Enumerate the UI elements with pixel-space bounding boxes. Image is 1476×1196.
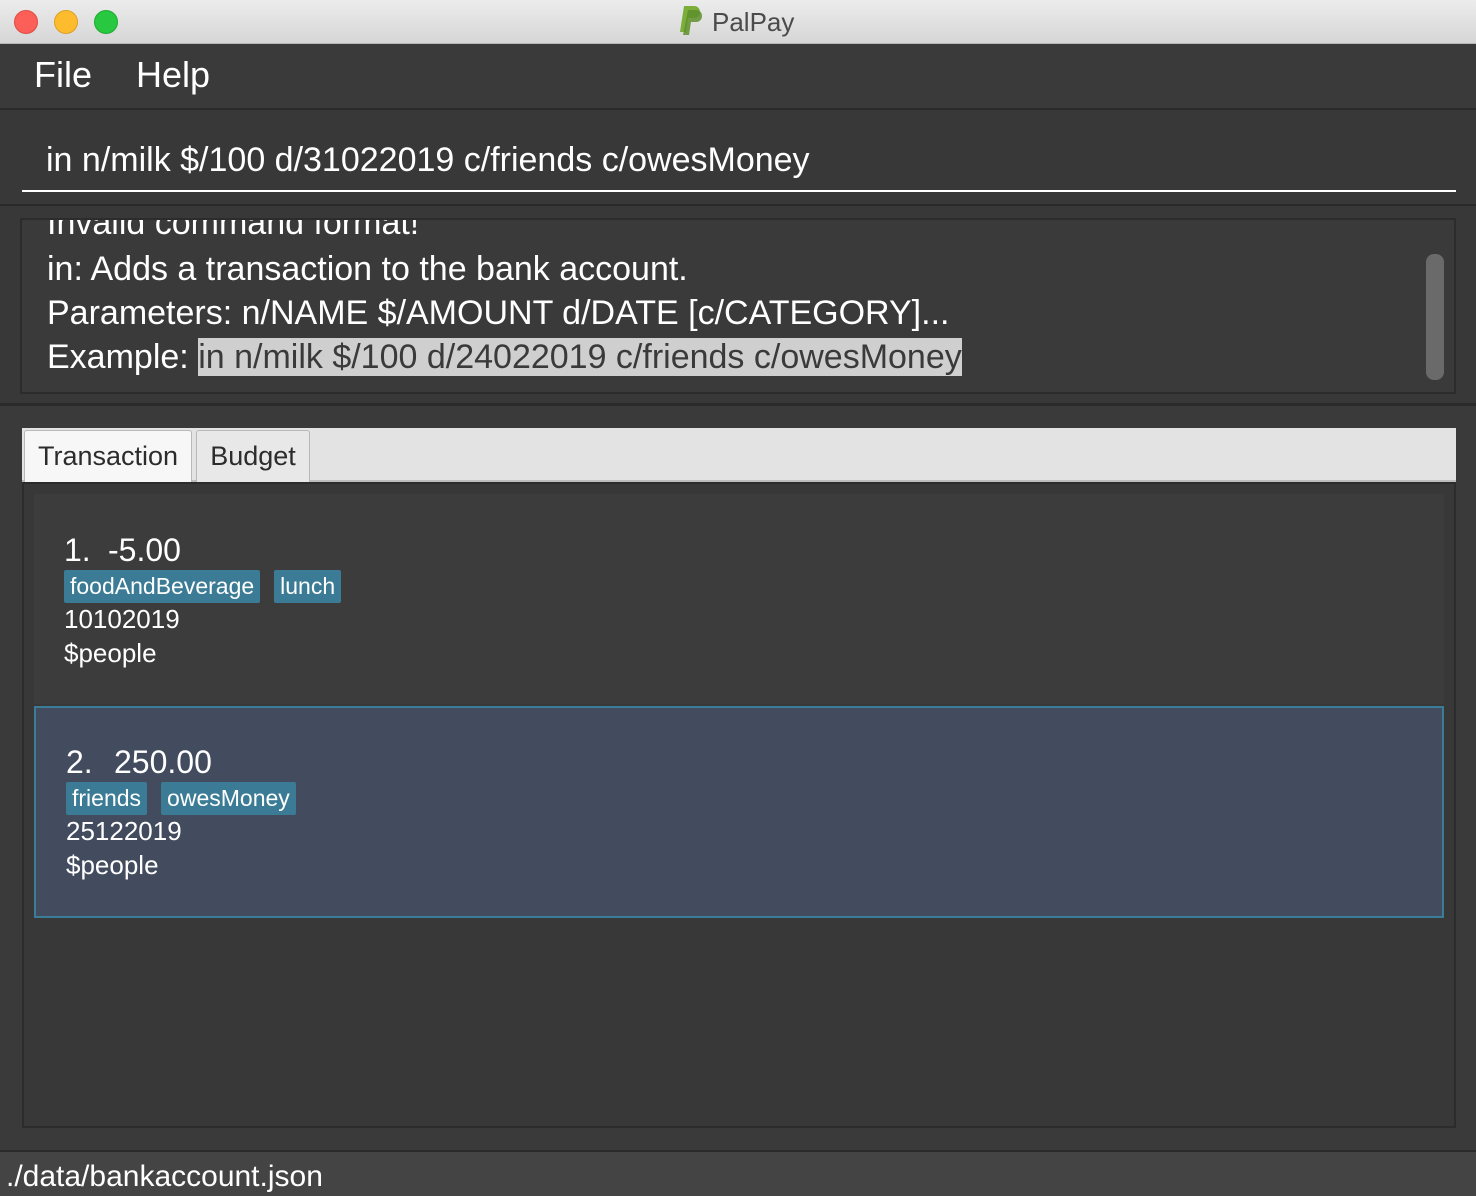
result-line-example: Example: in n/milk $/100 d/24022019 c/fr…	[47, 338, 962, 377]
result-display[interactable]: Invalid command format! in: Adds a trans…	[20, 218, 1456, 394]
menu-file[interactable]: File	[34, 54, 92, 96]
transaction-tags: foodAndBeverage lunch	[64, 570, 342, 603]
result-line-parameters: Parameters: n/NAME $/AMOUNT d/DATE [c/CA…	[47, 294, 950, 332]
maximize-window-button[interactable]	[94, 10, 118, 34]
palpay-logo-icon	[678, 4, 704, 41]
transaction-people: $people	[64, 638, 157, 668]
menu-bar: File Help	[0, 44, 1476, 110]
tab-transaction[interactable]: Transaction	[24, 430, 192, 482]
example-prefix: Example:	[47, 338, 199, 376]
transaction-card-selected[interactable]: 2. 250.00 friends owesMoney 25122019 $pe…	[34, 706, 1444, 918]
tab-budget[interactable]: Budget	[196, 430, 310, 482]
window-title-text: PalPay	[712, 6, 795, 37]
command-box-area	[0, 110, 1476, 206]
result-display-panel: Invalid command format! in: Adds a trans…	[0, 206, 1476, 406]
command-input[interactable]	[22, 130, 1456, 192]
result-line-error: Invalid command format!	[47, 218, 420, 242]
result-line-description: in: Adds a transaction to the bank accou…	[47, 250, 688, 288]
transaction-amount: -5.00	[108, 532, 181, 568]
transaction-card[interactable]: 1. -5.00 foodAndBeverage lunch 10102019 …	[34, 494, 1444, 704]
transaction-date: 25122019	[66, 816, 182, 846]
category-tag: foodAndBeverage	[64, 570, 261, 603]
save-location-path: ./data/bankaccount.json	[6, 1160, 323, 1193]
category-tag: friends	[66, 782, 148, 815]
close-window-button[interactable]	[14, 10, 38, 34]
category-tag: lunch	[274, 570, 342, 603]
window-title: PalPay	[678, 4, 795, 41]
transaction-list: 1. -5.00 foodAndBeverage lunch 10102019 …	[22, 482, 1456, 1128]
result-scrollbar[interactable]	[1426, 254, 1444, 380]
transaction-people: $people	[66, 850, 159, 880]
status-bar: ./data/bankaccount.json	[0, 1150, 1476, 1196]
transaction-index: 1.	[64, 532, 91, 568]
example-selected-text[interactable]: in n/milk $/100 d/24022019 c/friends c/o…	[198, 338, 962, 376]
transaction-amount: 250.00	[114, 744, 212, 780]
transaction-date: 10102019	[64, 604, 180, 634]
category-tag: owesMoney	[161, 782, 296, 815]
tab-header: Transaction Budget	[22, 428, 1456, 482]
menu-help[interactable]: Help	[136, 54, 210, 96]
title-bar: PalPay	[0, 0, 1476, 44]
tab-pane: Transaction Budget 1. -5.00 foodAndBever…	[0, 408, 1476, 1150]
minimize-window-button[interactable]	[54, 10, 78, 34]
transaction-tags: friends owesMoney	[66, 782, 296, 815]
transaction-index: 2.	[66, 744, 93, 780]
